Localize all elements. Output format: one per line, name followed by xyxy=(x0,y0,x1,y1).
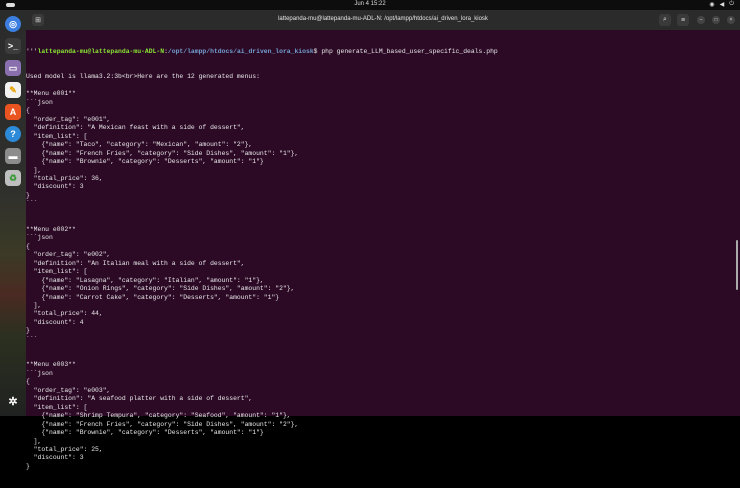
title-bar[interactable]: ⊞ lattepanda-mu@lattepanda-mu-ADL-N: /op… xyxy=(26,10,740,30)
output-line: "definition": "A seafood platter with a … xyxy=(26,395,253,403)
output-line: { xyxy=(26,378,30,386)
output-line: "total_price": 25, xyxy=(26,445,103,453)
output-line: "total_price": 44, xyxy=(26,310,103,318)
menu-icon[interactable]: ≡ xyxy=(677,14,689,26)
output-line: {"name": "Lasagna", "category": "Italian… xyxy=(26,276,264,284)
maximize-icon[interactable]: □ xyxy=(712,16,720,24)
window-title: lattepanda-mu@lattepanda-mu-ADL-N: /opt/… xyxy=(278,16,488,22)
output-line: ``` xyxy=(26,200,38,208)
clock[interactable]: Jun 4 15:22 xyxy=(0,1,740,7)
terminal-window: ⊞ lattepanda-mu@lattepanda-mu-ADL-N: /op… xyxy=(26,10,740,470)
output-lines: Used model is llama3.2:3b<br>Here are th… xyxy=(26,73,732,471)
output-line: ], xyxy=(26,302,42,309)
output-line: ``` xyxy=(26,335,38,343)
output-line: ], xyxy=(26,437,42,445)
output-line: {"name": "Shrimp Tempura", "category": "… xyxy=(26,412,291,420)
prompt-prefix: ''' xyxy=(26,47,38,55)
output-line: "definition": "A Mexican feast with a si… xyxy=(26,124,245,132)
output-line: "order_tag": "e001", xyxy=(26,115,111,123)
output-line: **Menu e001** xyxy=(26,90,76,98)
output-line: ], xyxy=(26,166,42,174)
output-line: "discount": 3 xyxy=(26,183,84,191)
output-line: "item_list": [ xyxy=(26,132,88,140)
system-tray[interactable]: ◉ ◀ ⏻ xyxy=(709,1,734,8)
volume-icon: ◀ xyxy=(719,2,725,8)
text-editor-icon[interactable]: ✎ xyxy=(5,82,21,98)
minimize-icon[interactable]: – xyxy=(697,16,705,24)
output-line: {"name": "Carrot Cake", "category": "Des… xyxy=(26,293,280,301)
output-line: {"name": "Brownie", "category": "Dessert… xyxy=(26,158,264,166)
output-line: } xyxy=(26,462,30,470)
prompt-line: '''lattepanda-mu@lattepanda-mu-ADL-N:/op… xyxy=(26,48,732,56)
disks-icon[interactable]: ▬ xyxy=(5,148,21,164)
output-line: { xyxy=(26,242,30,250)
terminal-output[interactable]: '''lattepanda-mu@lattepanda-mu-ADL-N:/op… xyxy=(26,31,732,488)
output-line: {"name": "Onion Rings", "category": "Sid… xyxy=(26,285,295,293)
output-line: "item_list": [ xyxy=(26,268,88,276)
power-icon: ⏻ xyxy=(729,1,734,7)
output-line: ```json xyxy=(26,98,53,106)
output-line: **Menu e002** xyxy=(26,225,76,233)
output-line: {"name": "French Fries", "category": "Si… xyxy=(26,149,299,157)
output-line: ```json xyxy=(26,369,53,377)
prompt-user: lattepanda-mu@lattepanda-mu-ADL-N xyxy=(37,47,165,55)
app-center-icon[interactable]: A xyxy=(5,104,21,120)
output-line: **Menu e003** xyxy=(26,361,76,369)
dock: ◎ >_ ▭ ✎ A ? ▬ ♻ ✲ xyxy=(0,10,26,416)
output-line: Used model is llama3.2:3b<br>Here are th… xyxy=(26,73,260,81)
output-line: } xyxy=(26,327,30,335)
output-line: "discount": 4 xyxy=(26,318,84,326)
top-bar: Jun 4 15:22 ◉ ◀ ⏻ xyxy=(0,0,740,10)
output-line: {"name": "French Fries", "category": "Si… xyxy=(26,420,299,428)
output-line: "order_tag": "e002", xyxy=(26,251,111,259)
output-line: "definition": "An Italian meal with a si… xyxy=(26,259,245,267)
search-icon[interactable]: ⌕ xyxy=(659,14,671,26)
close-icon[interactable]: × xyxy=(727,16,735,24)
output-line: "discount": 3 xyxy=(26,454,84,462)
wifi-icon: ◉ xyxy=(709,2,715,8)
output-line: } xyxy=(26,191,30,199)
output-line: {"name": "Brownie", "category": "Dessert… xyxy=(26,429,264,437)
show-apps-icon[interactable]: ✲ xyxy=(5,393,21,409)
chromium-icon[interactable]: ◎ xyxy=(5,16,21,32)
trash-icon[interactable]: ♻ xyxy=(5,170,21,186)
terminal-icon[interactable]: >_ xyxy=(5,38,21,54)
output-line: "total_price": 36, xyxy=(26,174,103,182)
prompt-command: $ php generate_LLM_based_user_specific_d… xyxy=(313,47,498,55)
help-icon[interactable]: ? xyxy=(5,126,21,142)
prompt-path: /opt/lampp/htdocs/ai_driven_lora_kiosk xyxy=(167,47,314,55)
files-icon[interactable]: ▭ xyxy=(5,60,21,76)
output-line: {"name": "Taco", "category": "Mexican", … xyxy=(26,141,253,149)
output-line: ```json xyxy=(26,234,53,242)
output-line: "item_list": [ xyxy=(26,403,88,411)
scrollbar[interactable] xyxy=(736,240,738,290)
output-line: { xyxy=(26,107,30,115)
output-line: "order_tag": "e003", xyxy=(26,386,111,394)
